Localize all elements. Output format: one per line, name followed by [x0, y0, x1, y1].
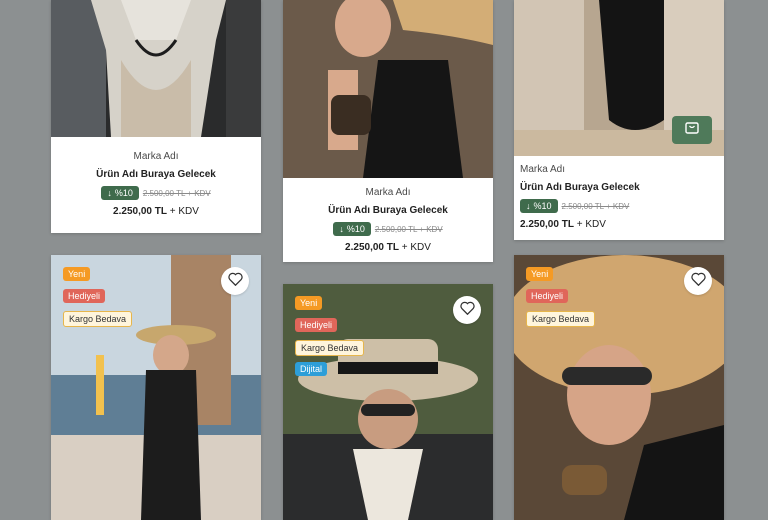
old-price: 2.500,00 TL + KDV: [374, 224, 443, 234]
favorite-button[interactable]: [684, 267, 712, 295]
arrow-down-icon: ↓: [339, 224, 344, 234]
favorite-button[interactable]: [453, 296, 481, 324]
shopping-bag-icon: [684, 120, 700, 140]
product-info: Marka Adı Ürün Adı Buraya Gelecek ↓ %10 2…: [514, 156, 724, 240]
heart-icon: [227, 272, 243, 291]
product-card[interactable]: Marka Adı Ürün Adı Buraya Gelecek ↓ %10 2…: [51, 0, 261, 233]
product-image[interactable]: [283, 0, 493, 178]
badge-free-shipping: Kargo Bedava: [295, 340, 365, 356]
badge-digital: Dijital: [295, 362, 328, 376]
product-card[interactable]: Yeni Hediyeli Kargo Bedava Dijital: [283, 284, 493, 520]
badge-new: Yeni: [63, 267, 91, 281]
discount-badge: ↓ %10: [101, 186, 139, 200]
price: 2.250,00 TL + KDV: [51, 206, 261, 217]
badge-free-shipping: Kargo Bedava: [63, 311, 133, 327]
product-photo: [51, 0, 261, 137]
badge-new: Yeni: [295, 296, 323, 310]
product-image[interactable]: [51, 0, 261, 137]
discount-badge: ↓ %10: [520, 199, 558, 213]
discount-row: ↓ %10 2.500,00 TL + KDV: [51, 186, 261, 200]
product-photo: [283, 0, 493, 178]
badge-gift: Hediyeli: [526, 289, 569, 303]
product-card[interactable]: Marka Adı Ürün Adı Buraya Gelecek ↓ %10 2…: [283, 0, 493, 262]
product-name[interactable]: Ürün Adı Buraya Gelecek: [283, 205, 493, 216]
price-suffix: + KDV: [169, 206, 199, 217]
price-value: 2.250,00 TL: [113, 206, 167, 217]
favorite-button[interactable]: [221, 267, 249, 295]
price-suffix: + KDV: [576, 219, 606, 230]
product-card[interactable]: Yeni Hediyeli Kargo Bedava: [51, 255, 261, 520]
price-value: 2.250,00 TL: [520, 219, 574, 230]
arrow-down-icon: ↓: [107, 188, 112, 198]
product-card[interactable]: Marka Adı Ürün Adı Buraya Gelecek ↓ %10 2…: [514, 0, 724, 240]
product-card[interactable]: Yeni Hediyeli Kargo Bedava: [514, 255, 724, 520]
old-price: 2.500,00 TL + KDV: [561, 201, 630, 211]
old-price: 2.500,00 TL + KDV: [142, 188, 211, 198]
brand-name: Marka Adı: [133, 151, 179, 162]
brand-name: Marka Adı: [520, 164, 566, 175]
discount-value: %10: [114, 188, 133, 198]
brand-name: Marka Adı: [365, 187, 411, 198]
price-value: 2.250,00 TL: [345, 242, 399, 253]
discount-row: ↓ %10 2.500,00 TL + KDV: [520, 199, 724, 213]
badge-gift: Hediyeli: [295, 318, 338, 332]
product-info: Marka Adı Ürün Adı Buraya Gelecek ↓ %10 2…: [283, 178, 493, 262]
price-suffix: + KDV: [401, 242, 431, 253]
price: 2.250,00 TL + KDV: [520, 219, 724, 230]
heart-icon: [459, 301, 475, 320]
product-name[interactable]: Ürün Adı Buraya Gelecek: [520, 182, 724, 193]
product-name[interactable]: Ürün Adı Buraya Gelecek: [51, 169, 261, 180]
discount-badge: ↓ %10: [333, 222, 371, 236]
add-to-cart-button[interactable]: [672, 116, 712, 144]
badge-gift: Hediyeli: [63, 289, 106, 303]
arrow-down-icon: ↓: [526, 201, 531, 211]
discount-value: %10: [533, 201, 552, 211]
price: 2.250,00 TL + KDV: [283, 242, 493, 253]
badge-new: Yeni: [526, 267, 554, 281]
discount-row: ↓ %10 2.500,00 TL + KDV: [283, 222, 493, 236]
discount-value: %10: [346, 224, 365, 234]
heart-icon: [690, 272, 706, 291]
badge-free-shipping: Kargo Bedava: [526, 311, 596, 327]
product-info: Marka Adı Ürün Adı Buraya Gelecek ↓ %10 2…: [51, 137, 261, 233]
